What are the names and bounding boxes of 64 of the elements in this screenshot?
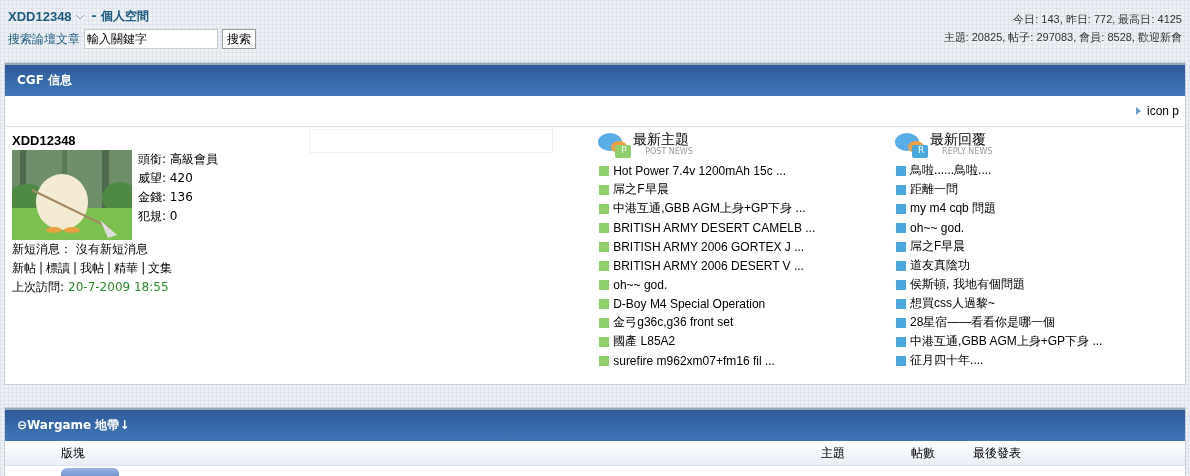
space-link[interactable]: - 個人空間: [91, 8, 149, 25]
triangle-icon: [1135, 107, 1141, 115]
topic-link[interactable]: 侯斯頓, 我地有個問題: [910, 276, 1025, 293]
topic-link[interactable]: surefire m962xm07+fm16 fil ...: [613, 353, 775, 368]
topic-link[interactable]: 中港互通,GBB AGM上身+GP下身 ...: [910, 333, 1103, 350]
topic-link[interactable]: oh~~ god.: [613, 277, 668, 292]
topic-link[interactable]: oh~~ god.: [910, 220, 965, 235]
user-stat: 威望: 420: [138, 170, 194, 187]
user-link[interactable]: 新帖: [12, 261, 36, 275]
badge-letter: P: [621, 145, 627, 155]
topic-link[interactable]: 國產 L85A2: [613, 333, 676, 350]
user-link[interactable]: 標讀: [46, 261, 71, 275]
column-header: 主題: [821, 444, 846, 462]
legend-text: icon p: [1146, 104, 1179, 118]
topic-link[interactable]: 中港互通,GBB AGM上身+GP下身 ...: [613, 200, 806, 217]
user-link[interactable]: 我帖: [80, 261, 105, 275]
user-link[interactable]: 文集: [148, 261, 173, 275]
topic-link[interactable]: my m4 cqb 問題: [910, 200, 997, 217]
topic-link[interactable]: 28星宿——看看你是哪一個: [910, 314, 1056, 331]
separator: |: [141, 261, 146, 275]
separator: |: [73, 261, 78, 275]
topic-link[interactable]: 屌之F早晨: [910, 238, 966, 255]
topic-link[interactable]: 道友真陰功: [910, 257, 971, 274]
separator: |: [107, 261, 112, 275]
forum-icon: [61, 468, 119, 476]
panel-title: CGF 信息: [17, 72, 73, 89]
column-header: 版塊: [61, 444, 86, 462]
topic-link[interactable]: 鳥啦......鳥啦....: [910, 162, 992, 179]
search-label: 搜索論壇文章: [8, 30, 80, 48]
topic-link[interactable]: 距離一問: [910, 181, 959, 198]
caret-icon[interactable]: [75, 13, 84, 20]
stats-text: 今日: 143, 昨日: 772, 最高日: 4125: [1012, 12, 1182, 27]
panel-title[interactable]: ⊖Wargame 地帶↓: [17, 417, 130, 434]
topic-link[interactable]: BRITISH ARMY DESERT CAMELB ...: [613, 220, 816, 235]
badge-letter: R: [918, 145, 925, 155]
section-subtitle: POST NEWS: [645, 147, 693, 156]
section-title: 最新回覆: [930, 131, 988, 147]
topic-link[interactable]: BRITISH ARMY 2006 DESERT V ...: [613, 258, 804, 273]
topic-link[interactable]: BRITISH ARMY 2006 GORTEX J ...: [613, 239, 805, 254]
topic-link[interactable]: 征月四十年....: [910, 352, 984, 369]
message-text: 新短消息： 沒有新短消息: [12, 241, 149, 258]
topic-link[interactable]: D-Boy M4 Special Operation: [613, 296, 766, 311]
last-visit-time: 20-7-2009 18:55: [68, 280, 169, 294]
column-header: 最後發表: [973, 444, 1021, 462]
chat-bubbles-icon: [894, 131, 931, 159]
search-button[interactable]: 搜索: [222, 29, 256, 49]
topic-link[interactable]: 金弓g36c,g36 front set: [613, 314, 734, 331]
user-stat: 犯規: 0: [138, 208, 179, 225]
username-link[interactable]: XDD12348: [8, 9, 72, 24]
topic-link[interactable]: Hot Power 7.4v 1200mAh 15c ...: [613, 163, 786, 178]
user-link[interactable]: 精華: [114, 261, 139, 275]
stats-text: 主題: 20825, 帖子: 297083, 會員: 8528, 歡迎新會: [942, 30, 1182, 45]
user-stat: 金錢: 136: [138, 189, 194, 206]
column-header: 帖數: [911, 444, 936, 462]
user-name: XDD12348: [12, 133, 77, 148]
user-stat: 頭銜: 高級會員: [138, 151, 218, 168]
section-title: 最新主題: [633, 131, 691, 147]
last-visit-label: 上次訪問:: [12, 280, 65, 294]
section-subtitle: REPLY NEWS: [942, 147, 993, 156]
chat-bubbles-icon: [597, 131, 634, 159]
topic-link[interactable]: 屌之F早晨: [613, 181, 669, 198]
separator: |: [39, 261, 44, 275]
search-field[interactable]: 輸入關鍵字: [84, 29, 218, 49]
topic-link[interactable]: 想買css人過黎~: [910, 295, 996, 312]
